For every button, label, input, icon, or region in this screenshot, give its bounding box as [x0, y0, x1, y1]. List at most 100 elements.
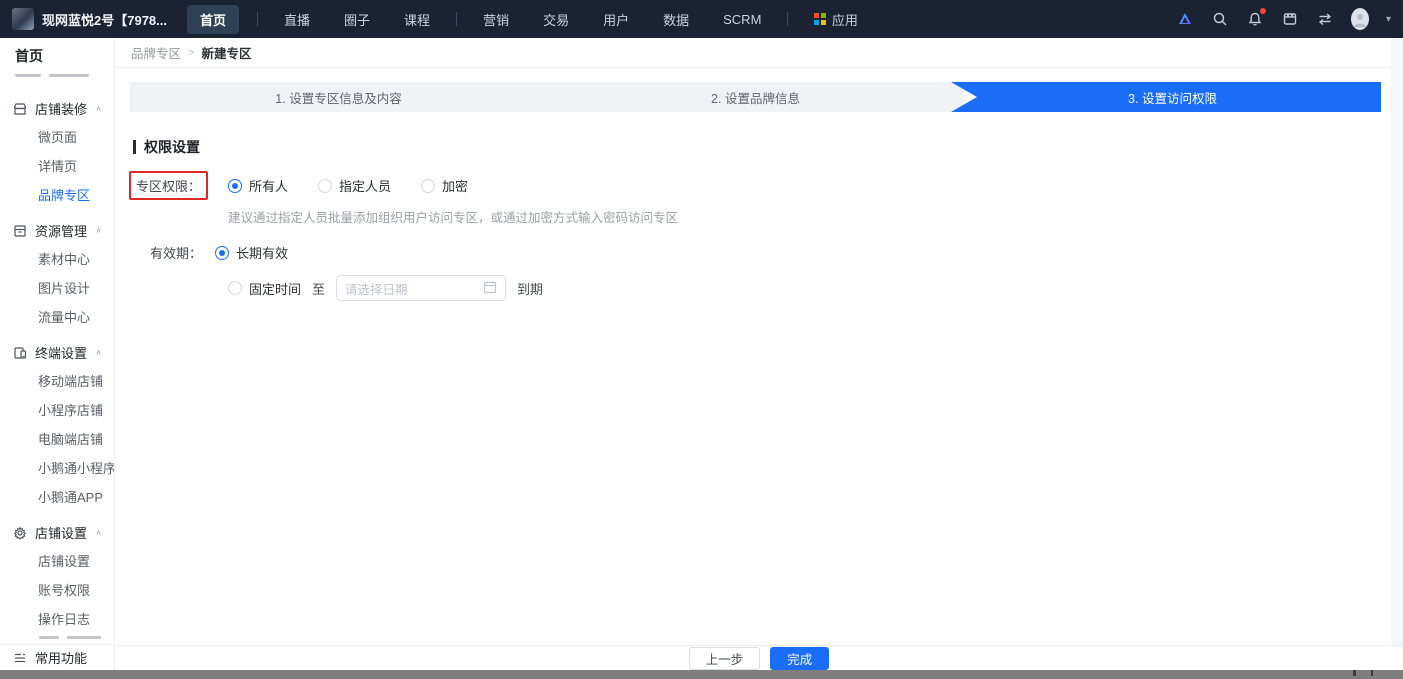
date-placeholder: 请选择日期 — [345, 279, 483, 298]
app-window: 现网蓝悦2号【7978... 首页 直播 圈子 课程 营销 交易 用户 数据 S… — [0, 0, 1403, 679]
zone-permission-label: 专区权限： — [136, 179, 201, 194]
collapse-caret-icon[interactable]: ∧ — [95, 104, 102, 113]
app-logo — [12, 8, 34, 30]
sidebar-footer-label: 常用功能 — [35, 648, 87, 667]
sidebar-item-minishop[interactable]: 小程序店铺 — [0, 396, 114, 425]
top-nav: 首页 直播 圈子 课程 营销 交易 用户 数据 SCRM 应用 — [187, 5, 866, 34]
section-title-permission: 权限设置 — [133, 137, 1403, 157]
sidebar-group-resources: 资源管理 ∧ 素材中心 图片设计 流量中心 — [0, 216, 114, 332]
radio-option-longterm[interactable]: 长期有效 — [215, 243, 288, 262]
sidebar-group-decoration-head[interactable]: 店铺装修 ∧ — [0, 94, 114, 123]
breadcrumb-current: 新建专区 — [201, 43, 251, 62]
bottom-window-strip — [0, 670, 1403, 679]
finish-button[interactable]: 完成 — [770, 647, 829, 670]
sidebar-item-material[interactable]: 素材中心 — [0, 245, 114, 274]
previous-step-button[interactable]: 上一步 — [689, 647, 761, 670]
sidebar-group-label: 店铺设置 — [35, 523, 87, 542]
list-icon — [13, 651, 27, 665]
zone-permission-options: 所有人 指定人员 加密 — [228, 176, 468, 195]
collapse-caret-icon[interactable]: ∧ — [95, 528, 102, 537]
radio-unselected-icon[interactable] — [421, 179, 435, 193]
nav-item-scrm[interactable]: SCRM — [715, 7, 769, 32]
step-2: 2. 设置品牌信息 — [547, 82, 964, 112]
zone-permission-row: 专区权限： 所有人 指定人员 加密 — [115, 171, 1403, 200]
nav-item-trade[interactable]: 交易 — [535, 5, 577, 34]
notification-bell-icon[interactable] — [1246, 10, 1264, 28]
strip-artifact — [1353, 670, 1356, 676]
radio-label: 加密 — [442, 176, 468, 195]
collapse-caret-icon[interactable]: ∧ — [95, 226, 102, 235]
sidebar-group-shop-settings-head[interactable]: 店铺设置 ∧ — [0, 518, 114, 547]
radio-option-designated[interactable]: 指定人员 — [318, 176, 391, 195]
sidebar-item-traffic[interactable]: 流量中心 — [0, 303, 114, 332]
radio-unselected-icon[interactable] — [228, 281, 242, 295]
radio-option-fixedtime[interactable]: 固定时间 — [228, 279, 301, 298]
sidebar-item-brandzone[interactable]: 品牌专区 — [0, 181, 114, 210]
sidebar-item-oplog[interactable]: 操作日志 — [0, 605, 114, 634]
breadcrumb-separator: > — [188, 47, 194, 59]
gear-icon — [13, 526, 27, 540]
sidebar-group-label: 店铺装修 — [35, 99, 87, 118]
sidebar-item-accountperm[interactable]: 账号权限 — [0, 576, 114, 605]
validity-label-col: 有效期： — [115, 243, 215, 262]
zone-permission-hint: 建议通过指定人员批量添加组织用户访问专区，或通过加密方式输入密码访问专区 — [228, 207, 1403, 226]
nav-item-circle[interactable]: 圈子 — [336, 5, 378, 34]
radio-option-everyone[interactable]: 所有人 — [228, 176, 288, 195]
fixed-time-row: 固定时间 至 请选择日期 到期 — [228, 275, 1403, 301]
wizard-footer: 上一步 完成 — [115, 645, 1403, 670]
breadcrumb-parent[interactable]: 品牌专区 — [131, 43, 181, 62]
sidebar-item-pcshop[interactable]: 电脑端店铺 — [0, 425, 114, 454]
notification-badge — [1260, 8, 1266, 14]
shop-decoration-icon — [13, 102, 27, 116]
main-content: 品牌专区 > 新建专区 1. 设置专区信息及内容 2. 设置品牌信息 3. 设置… — [115, 38, 1403, 670]
step-1: 1. 设置专区信息及内容 — [130, 82, 547, 112]
sidebar-item-shopsettings[interactable]: 店铺设置 — [0, 547, 114, 576]
sidebar-group-resources-head[interactable]: 资源管理 ∧ — [0, 216, 114, 245]
calendar-icon[interactable] — [483, 280, 497, 297]
nav-divider — [257, 12, 258, 26]
sidebar-item-xiaoe-miniprogram[interactable]: 小鹅通小程序 — [0, 454, 114, 483]
user-avatar[interactable] — [1351, 10, 1369, 28]
radio-selected-icon[interactable] — [228, 179, 242, 193]
collapse-caret-icon[interactable]: ∧ — [95, 348, 102, 357]
nav-item-apps-label: 应用 — [832, 10, 858, 29]
triangle-logo-icon[interactable] — [1176, 10, 1194, 28]
sidebar-group-terminal-head[interactable]: 终端设置 ∧ — [0, 338, 114, 367]
sidebar-group-decoration: 店铺装修 ∧ 微页面 详情页 品牌专区 — [0, 94, 114, 210]
sidebar: 首页 店铺装修 ∧ 微页面 详情页 品牌专区 资源管理 ∧ 素材中心 — [0, 38, 115, 670]
sidebar-item-common-functions[interactable]: 常用功能 — [0, 644, 114, 670]
radio-label: 长期有效 — [236, 243, 288, 262]
zone-permission-label-col: 专区权限： — [115, 171, 215, 200]
radio-label: 指定人员 — [339, 176, 391, 195]
search-icon[interactable] — [1211, 10, 1229, 28]
nav-item-course[interactable]: 课程 — [396, 5, 438, 34]
radio-selected-icon[interactable] — [215, 246, 229, 260]
radio-option-encrypted[interactable]: 加密 — [421, 176, 468, 195]
nav-item-data[interactable]: 数据 — [655, 5, 697, 34]
nav-divider — [456, 12, 457, 26]
nav-item-apps[interactable]: 应用 — [806, 5, 866, 34]
store-icon[interactable] — [1281, 10, 1299, 28]
nav-item-live[interactable]: 直播 — [276, 5, 318, 34]
nav-divider — [787, 12, 788, 26]
nav-item-users[interactable]: 用户 — [595, 5, 637, 34]
nav-item-home[interactable]: 首页 — [187, 5, 239, 34]
wizard-stepper: 1. 设置专区信息及内容 2. 设置品牌信息 3. 设置访问权限 — [130, 82, 1381, 112]
sidebar-item-mobileshop[interactable]: 移动端店铺 — [0, 367, 114, 396]
switch-arrows-icon[interactable] — [1316, 10, 1334, 28]
permission-form: 专区权限： 所有人 指定人员 加密 — [115, 171, 1403, 301]
sidebar-item-home[interactable]: 首页 — [0, 38, 114, 74]
topbar-right: ▾ — [1176, 10, 1391, 28]
sidebar-clipped-item — [0, 74, 114, 88]
radio-label: 所有人 — [249, 176, 288, 195]
radio-unselected-icon[interactable] — [318, 179, 332, 193]
sidebar-item-imagedesign[interactable]: 图片设计 — [0, 274, 114, 303]
sidebar-item-detailpage[interactable]: 详情页 — [0, 152, 114, 181]
sidebar-item-xiaoe-app[interactable]: 小鹅通APP — [0, 483, 114, 512]
date-picker-input[interactable]: 请选择日期 — [336, 275, 506, 301]
chevron-down-icon[interactable]: ▾ — [1386, 14, 1391, 25]
nav-item-marketing[interactable]: 营销 — [475, 5, 517, 34]
step-3-active: 3. 设置访问权限 — [951, 82, 1381, 112]
sidebar-item-micropage[interactable]: 微页面 — [0, 123, 114, 152]
breadcrumb: 品牌专区 > 新建专区 — [115, 38, 1403, 68]
